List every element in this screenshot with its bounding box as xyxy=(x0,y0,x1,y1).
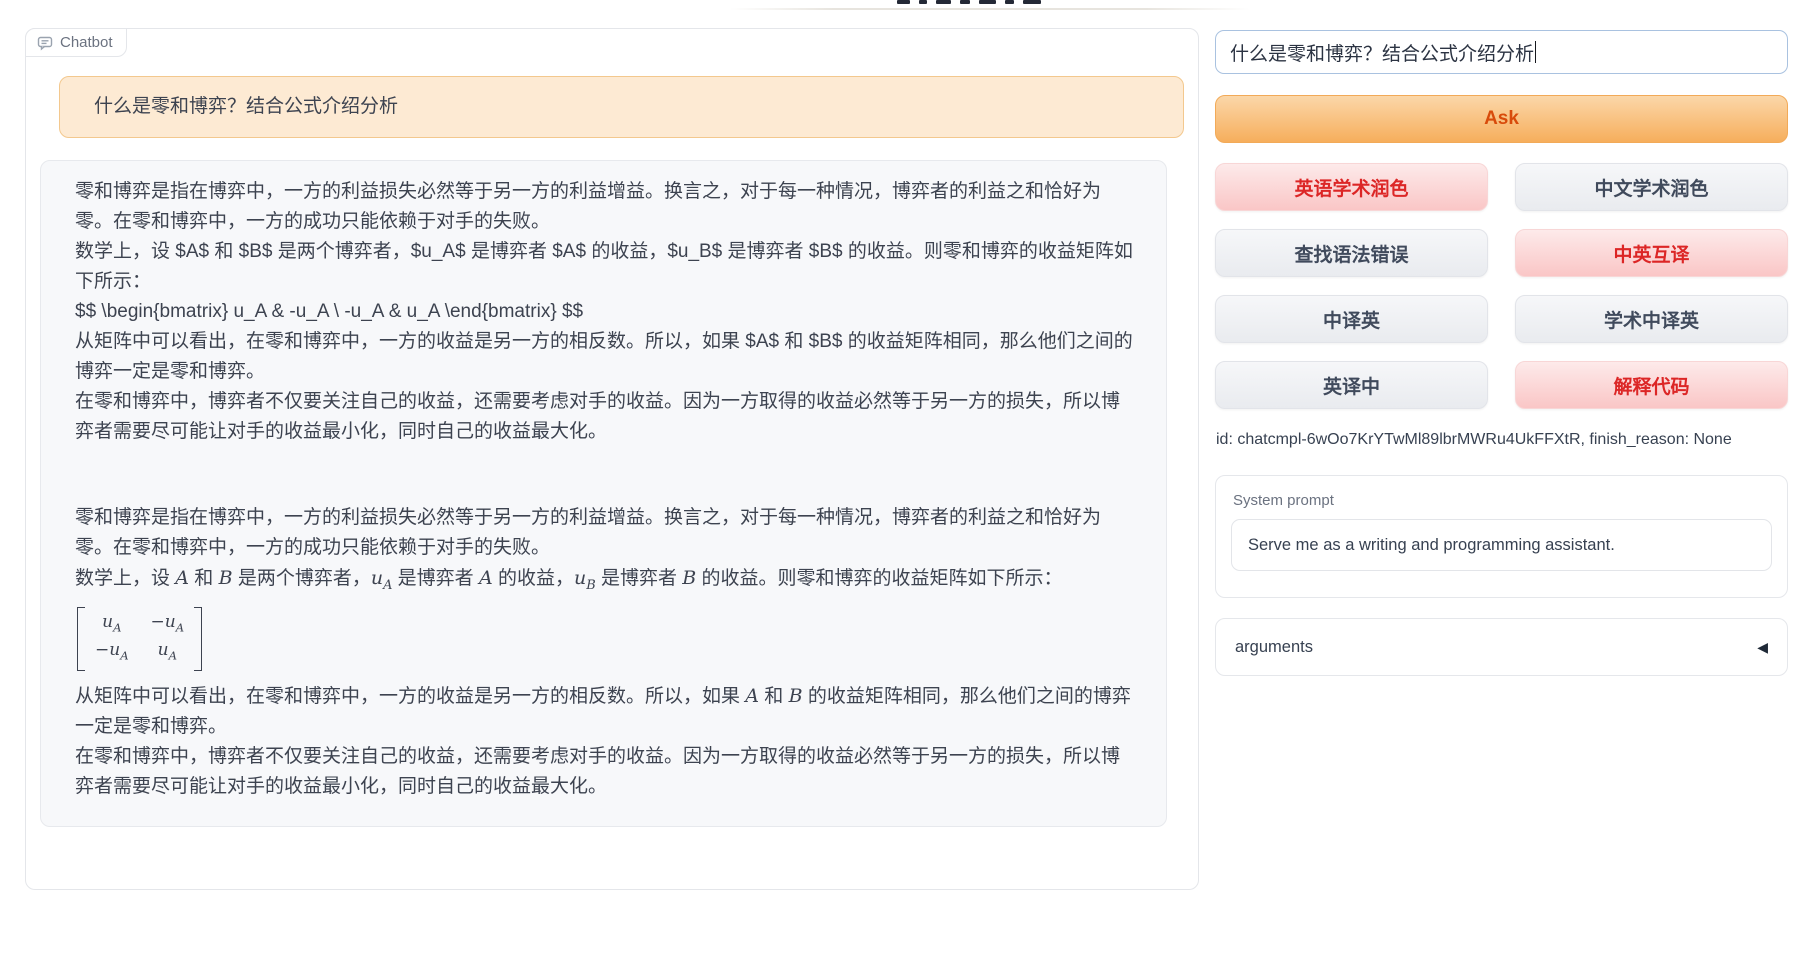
bot-message-bubble: 零和博弈是指在博弈中，一方的利益损失必然等于另一方的利益增益。换言之，对于每一种… xyxy=(40,160,1167,827)
page: Chatbot 什么是零和博弈？结合公式介绍分析 零和博弈是指在博弈中，一方的利… xyxy=(0,0,1814,961)
paragraph-gap xyxy=(75,447,1138,503)
math-variable: B xyxy=(682,567,696,589)
chatbot-panel: Chatbot 什么是零和博弈？结合公式介绍分析 零和博弈是指在博弈中，一方的利… xyxy=(25,28,1199,890)
function-button[interactable]: 查找语法错误 xyxy=(1215,229,1488,277)
function-button[interactable]: 英译中 xyxy=(1215,361,1488,409)
math-variable: −uA xyxy=(95,640,129,660)
math-variable: A xyxy=(745,685,759,707)
chat-bubble-icon xyxy=(37,35,53,51)
math-variable: B xyxy=(789,685,803,707)
math-variable: uA xyxy=(158,640,177,660)
payoff-matrix: uA −uA −uA uA xyxy=(77,607,202,671)
function-button[interactable]: 学术中译英 xyxy=(1515,295,1788,343)
bot-paragraph: 数学上，设 A 和 B 是两个博弈者，uA 是博弈者 A 的收益，uB 是博弈者… xyxy=(75,563,1138,601)
bot-paragraph: 从矩阵中可以看出，在零和博弈中，一方的收益是另一方的相反数。所以，如果 A 和 … xyxy=(75,681,1138,742)
clipped-page-title xyxy=(897,0,1047,5)
function-button-grid: 英语学术润色中文学术润色查找语法错误中英互译中译英学术中译英英译中解释代码 xyxy=(1215,163,1788,409)
function-button[interactable]: 英语学术润色 xyxy=(1215,163,1488,211)
math-variable: −uA xyxy=(151,612,185,632)
math-variable: B xyxy=(219,567,233,589)
function-button[interactable]: 中文学术润色 xyxy=(1515,163,1788,211)
bot-paragraph: 零和博弈是指在博弈中，一方的利益损失必然等于另一方的利益增益。换言之，对于每一种… xyxy=(75,503,1138,563)
system-prompt-value: Serve me as a writing and programming as… xyxy=(1248,536,1615,555)
function-button[interactable]: 中译英 xyxy=(1215,295,1488,343)
question-input[interactable]: 什么是零和博弈？结合公式介绍分析 xyxy=(1215,30,1788,74)
bot-paragraph: 在零和博弈中，博弈者不仅要关注自己的收益，还需要考虑对手的收益。因为一方取得的收… xyxy=(75,387,1138,447)
math-variable: uA xyxy=(102,612,121,632)
arguments-accordion[interactable]: arguments ◀ xyxy=(1215,618,1788,676)
title-underline xyxy=(730,8,1250,10)
math-variable: uB xyxy=(574,567,596,589)
bot-paragraph: 零和博弈是指在博弈中，一方的利益损失必然等于另一方的利益增益。换言之，对于每一种… xyxy=(75,177,1138,237)
ask-button[interactable]: Ask xyxy=(1215,95,1788,143)
user-message-bubble: 什么是零和博弈？结合公式介绍分析 xyxy=(59,76,1184,138)
bot-paragraph: $$ \begin{bmatrix} u_A & -u_A \ -u_A & u… xyxy=(75,297,1138,327)
system-prompt-input[interactable]: Serve me as a writing and programming as… xyxy=(1231,519,1772,571)
bot-paragraph: 在零和博弈中，博弈者不仅要关注自己的收益，还需要考虑对手的收益。因为一方取得的收… xyxy=(75,742,1138,802)
question-input-value: 什么是零和博弈？结合公式介绍分析 xyxy=(1230,39,1534,66)
chatbot-label-text: Chatbot xyxy=(60,34,113,51)
bot-paragraph: 从矩阵中可以看出，在零和博弈中，一方的收益是另一方的相反数。所以，如果 $A$ … xyxy=(75,327,1138,387)
completion-meta-text: id: chatcmpl-6wOo7KrYTwMl89lbrMWRu4UkFFX… xyxy=(1216,431,1732,449)
math-variable: A xyxy=(175,567,189,589)
system-prompt-box: System prompt Serve me as a writing and … xyxy=(1215,475,1788,598)
system-prompt-label: System prompt xyxy=(1233,492,1772,509)
math-variable: uA xyxy=(371,567,393,589)
math-variable: A xyxy=(479,567,493,589)
arguments-accordion-label: arguments xyxy=(1235,638,1313,657)
user-message-text: 什么是零和博弈？结合公式介绍分析 xyxy=(94,92,398,122)
text-cursor-icon xyxy=(1535,41,1536,63)
accordion-arrow-icon: ◀ xyxy=(1757,639,1768,656)
bot-paragraph: 数学上，设 $A$ 和 $B$ 是两个博弈者，$u_A$ 是博弈者 $A$ 的收… xyxy=(75,237,1138,297)
chatbot-label: Chatbot xyxy=(25,28,127,57)
function-button[interactable]: 中英互译 xyxy=(1515,229,1788,277)
function-button[interactable]: 解释代码 xyxy=(1515,361,1788,409)
